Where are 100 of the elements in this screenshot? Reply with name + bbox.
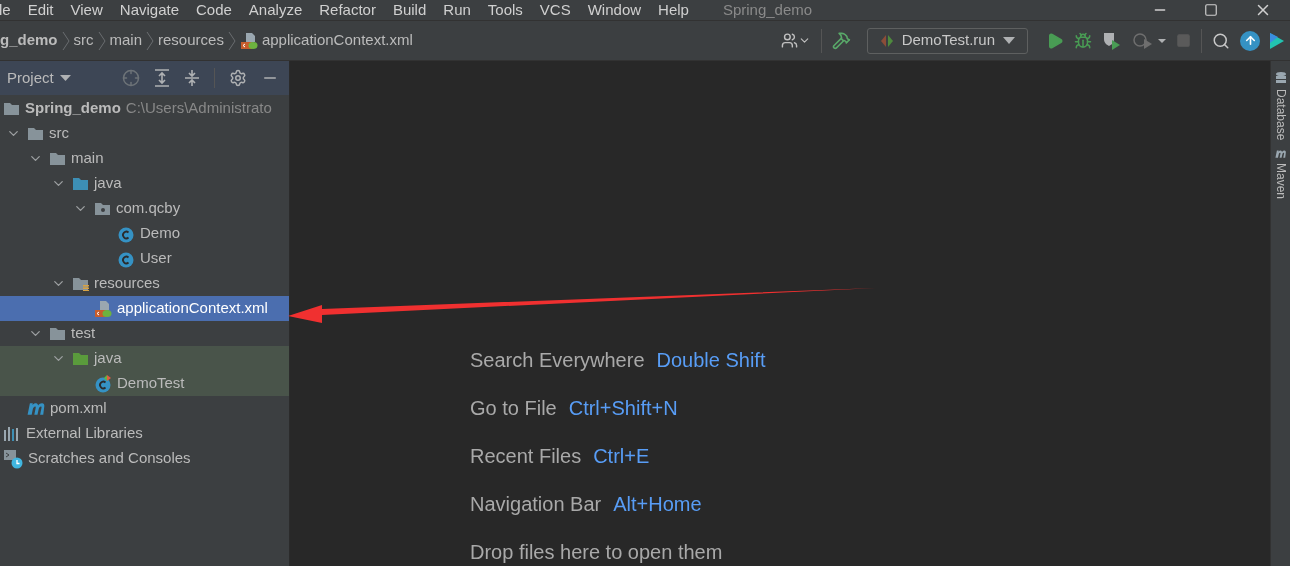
expand-all-icon[interactable] (154, 69, 170, 87)
window-title: Spring_demo (722, 0, 813, 20)
run-config-icon (879, 33, 894, 48)
scratches-icon (3, 448, 23, 469)
tree-item[interactable]: Scratches and Consoles (0, 446, 289, 471)
tree-item[interactable]: java (0, 346, 289, 371)
shortcut: Alt+Home (613, 491, 702, 517)
menu-item[interactable]: Edit (27, 0, 54, 22)
run-config-dropdown[interactable]: DemoTest.run (866, 27, 1028, 54)
plugin-logo-icon[interactable] (1270, 30, 1284, 51)
database-icon (1274, 71, 1287, 85)
tree-item[interactable]: applicationContext.xml (0, 296, 289, 321)
bug-icon[interactable] (1074, 31, 1092, 50)
menu-item[interactable]: Window (587, 0, 642, 22)
shortcut: Ctrl+E (593, 443, 650, 469)
tree-item-label: test (71, 323, 96, 344)
xml-file-icon (94, 299, 112, 318)
menu-item[interactable]: le (0, 0, 11, 22)
welcome-action: Navigation Bar (470, 491, 602, 517)
xml-file-icon (239, 31, 258, 50)
separator-icon (60, 29, 71, 52)
tool-window-tab[interactable]: Maven (1271, 148, 1290, 200)
caret-icon (59, 74, 71, 82)
tool-window-tab[interactable]: Database (1271, 71, 1290, 141)
profiler-icon[interactable] (1132, 30, 1166, 51)
libraries-icon (3, 426, 21, 441)
tree-item[interactable]: src (0, 121, 289, 146)
tree-item[interactable]: External Libraries (0, 421, 289, 446)
project-view-selector[interactable]: Project (0, 66, 71, 90)
tree-item-label: pom.xml (50, 398, 107, 419)
tree-item[interactable]: test (0, 321, 289, 346)
tree-item[interactable]: java (0, 171, 289, 196)
folder-icon (27, 126, 44, 141)
project-folder-icon (3, 101, 20, 116)
welcome-action: Search Everywhere (470, 347, 645, 373)
tree-item-label: External Libraries (26, 423, 143, 444)
tree-item-label: main (71, 148, 104, 169)
test-class-icon (94, 374, 112, 393)
welcome-action: Recent Files (470, 443, 582, 469)
separator-icon (96, 29, 107, 52)
collapse-all-icon[interactable] (184, 69, 200, 87)
menu-item[interactable]: Help (658, 0, 689, 22)
shortcut: Double Shift (656, 347, 766, 373)
search-icon[interactable] (1212, 31, 1230, 50)
menu-item[interactable]: Refactor (319, 0, 376, 22)
maximize-icon[interactable] (1204, 3, 1218, 17)
menu-item[interactable]: Navigate (119, 0, 179, 22)
tree-item-label: java (94, 173, 122, 194)
menu-item[interactable]: Tools (487, 0, 523, 22)
welcome-action: Drop files here to open them (470, 539, 723, 565)
tree-item[interactable]: Spring_demo C:\Users\Administrato (0, 96, 289, 121)
breadcrumb[interactable]: main (109, 29, 143, 52)
tree-item[interactable]: resources (0, 271, 289, 296)
tree-item-label: DemoTest (117, 373, 185, 394)
breadcrumb[interactable]: src (73, 29, 94, 52)
tree-item-label: resources (94, 273, 160, 294)
tree-item-label: com.qcby (116, 198, 181, 219)
tree-item-label: Demo (140, 223, 180, 244)
breadcrumb[interactable]: resources (158, 29, 224, 52)
run-icon[interactable] (1046, 31, 1064, 50)
folder-icon (49, 326, 66, 341)
update-icon[interactable] (1240, 30, 1260, 51)
account-button[interactable] (780, 32, 811, 49)
menu-item[interactable]: Build (392, 0, 427, 22)
settings-icon[interactable] (229, 69, 247, 87)
breadcrumb[interactable]: g_demo (0, 29, 58, 52)
menu-item[interactable]: VCS (539, 0, 571, 22)
tree-item-label: src (49, 123, 69, 144)
folder-icon (72, 176, 89, 191)
tree-item-label: applicationContext.xml (117, 298, 268, 319)
coverage-icon[interactable] (1102, 30, 1122, 51)
separator-icon (226, 29, 237, 52)
tree-item-label: Spring_demo (25, 98, 121, 119)
tree-item-label: User (140, 248, 172, 269)
menu-item[interactable]: Code (196, 0, 232, 22)
separator-icon (145, 29, 156, 52)
locate-icon[interactable] (122, 69, 140, 87)
menu-item[interactable]: Run (443, 0, 471, 22)
project-path: C:\Users\Administrato (125, 98, 272, 119)
welcome-action: Go to File (470, 395, 557, 421)
tree-item[interactable]: DemoTest (0, 371, 289, 396)
maven-icon (1274, 148, 1287, 160)
maven-icon (27, 401, 45, 416)
package-icon (94, 201, 111, 216)
tree-item-label: java (94, 348, 122, 369)
caret-icon (1003, 36, 1015, 45)
folder-icon (49, 151, 66, 166)
tree-item[interactable]: pom.xml (0, 396, 289, 421)
tree-item[interactable]: com.qcby (0, 196, 289, 221)
shortcut: Ctrl+Shift+N (568, 395, 678, 421)
menu-item[interactable]: Analyze (248, 0, 303, 22)
breadcrumb[interactable]: applicationContext.xml (239, 29, 413, 52)
menu-item[interactable]: View (70, 0, 103, 22)
resources-folder-icon (72, 276, 89, 291)
tree-item[interactable]: User (0, 246, 289, 271)
tree-item[interactable]: main (0, 146, 289, 171)
hammer-icon[interactable] (831, 31, 851, 50)
tree-item-label: Scratches and Consoles (28, 448, 191, 469)
tree-item[interactable]: Demo (0, 221, 289, 246)
folder-icon (72, 351, 89, 366)
